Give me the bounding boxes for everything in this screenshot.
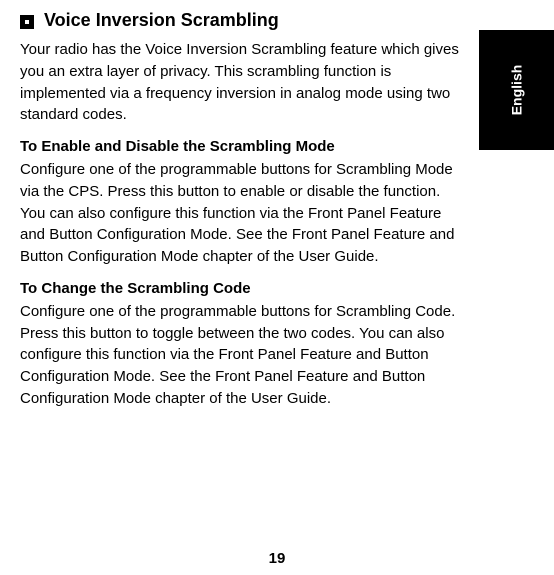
language-tab: English (479, 30, 554, 150)
subheading-enable: To Enable and Disable the Scrambling Mod… (20, 138, 460, 155)
bullet-square-icon (20, 15, 34, 29)
heading-text: Voice Inversion Scrambling (44, 10, 279, 31)
language-label: English (509, 65, 525, 116)
page-number: 19 (269, 550, 286, 567)
body-enable: Configure one of the programmable button… (20, 159, 460, 268)
subheading-change: To Change the Scrambling Code (20, 280, 460, 297)
intro-paragraph: Your radio has the Voice Inversion Scram… (20, 39, 460, 126)
content-area: Voice Inversion Scrambling Your radio ha… (20, 10, 460, 410)
body-change: Configure one of the programmable button… (20, 301, 460, 410)
section-heading: Voice Inversion Scrambling (20, 10, 460, 31)
